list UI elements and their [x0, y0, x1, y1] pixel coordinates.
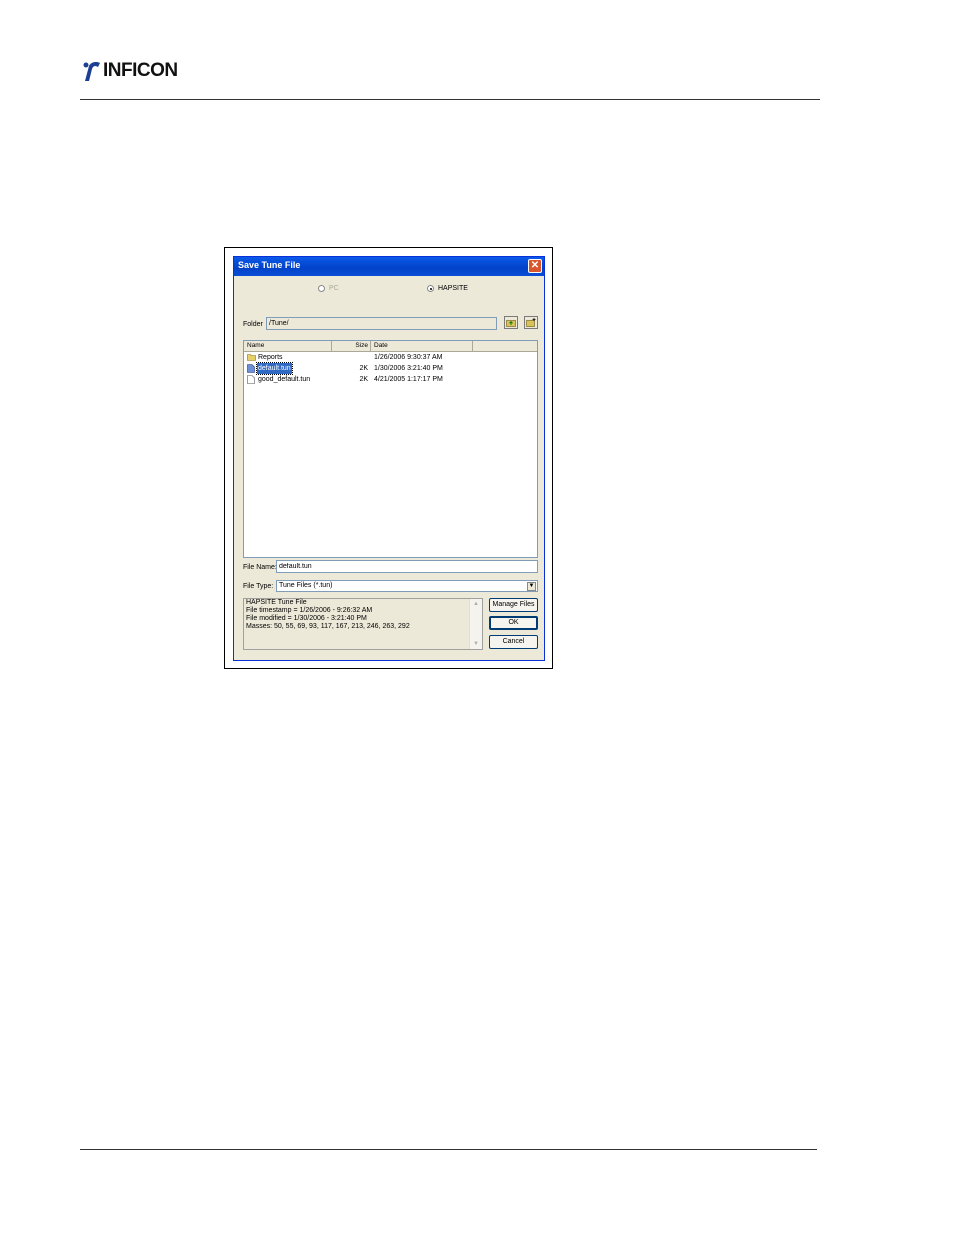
- file-name: default.tun: [256, 362, 293, 375]
- close-icon: ✕: [530, 260, 540, 271]
- radio-pc[interactable]: PC: [318, 285, 339, 292]
- info-line: HAPSITE Tune File: [246, 599, 307, 606]
- inficon-logo: INFICON: [82, 58, 178, 84]
- header-rule: [80, 99, 820, 100]
- file-type-value: Tune Files (*.tun): [279, 582, 333, 589]
- document-icon: [247, 364, 255, 373]
- column-header-name[interactable]: Name: [244, 341, 332, 351]
- dialog-title: Save Tune File: [238, 260, 301, 270]
- file-row-default-tun[interactable]: default.tun 2K 1/30/2006 3:21:40 PM: [244, 362, 537, 375]
- inficon-logo-icon: [83, 62, 100, 81]
- radio-hapsite-indicator[interactable]: [427, 285, 434, 292]
- file-list[interactable]: Name Size Date Reports 1/26/2006 9:30:37…: [243, 340, 538, 558]
- file-date: 4/21/2005 1:17:17 PM: [374, 376, 443, 383]
- up-folder-icon: [506, 319, 516, 327]
- file-type-select[interactable]: Tune Files (*.tun) ▼: [276, 580, 538, 592]
- cancel-button[interactable]: Cancel: [489, 635, 538, 649]
- radio-pc-indicator[interactable]: [318, 285, 325, 292]
- chevron-down-icon[interactable]: ▼: [527, 582, 536, 591]
- scroll-down-icon[interactable]: ▼: [471, 639, 481, 649]
- save-tune-file-dialog: Save Tune File ✕ PC HAPSITE Folder /Tune…: [233, 256, 545, 661]
- up-folder-button[interactable]: [504, 316, 518, 329]
- list-header: Name Size Date: [244, 341, 537, 352]
- file-row-good-default-tun[interactable]: good_default.tun 2K 4/21/2005 1:17:17 PM: [244, 374, 537, 385]
- column-header-size[interactable]: Size: [332, 341, 371, 351]
- column-header-date[interactable]: Date: [371, 341, 473, 351]
- file-row-reports[interactable]: Reports 1/26/2006 9:30:37 AM: [244, 352, 537, 363]
- file-info-panel: HAPSITE Tune File File timestamp = 1/26/…: [243, 598, 483, 650]
- radio-pc-label: PC: [329, 285, 339, 292]
- file-type-label: File Type:: [243, 583, 274, 590]
- file-name: good_default.tun: [258, 376, 311, 383]
- info-line: File timestamp = 1/26/2006 - 9:26:32 AM: [246, 607, 373, 614]
- file-size: 2K: [359, 376, 368, 383]
- scroll-up-icon[interactable]: ▲: [471, 599, 481, 609]
- file-name: Reports: [258, 354, 283, 361]
- file-size: 2K: [359, 365, 368, 372]
- folder-field: /Tune/: [266, 317, 497, 330]
- document-icon: [247, 375, 255, 384]
- info-line: File modified = 1/30/2006 - 3:21:40 PM: [246, 615, 367, 622]
- file-name-input[interactable]: [276, 560, 538, 573]
- new-folder-icon: [526, 318, 536, 327]
- radio-hapsite[interactable]: HAPSITE: [427, 285, 468, 292]
- file-date: 1/30/2006 3:21:40 PM: [374, 365, 443, 372]
- footer-rule: [80, 1149, 817, 1150]
- title-bar[interactable]: Save Tune File ✕: [234, 257, 544, 276]
- new-folder-button[interactable]: [524, 316, 538, 329]
- close-button[interactable]: ✕: [528, 259, 542, 273]
- ok-button[interactable]: OK: [489, 616, 538, 630]
- folder-label: Folder: [243, 321, 263, 328]
- folder-value: /Tune/: [269, 320, 289, 327]
- file-date: 1/26/2006 9:30:37 AM: [374, 354, 443, 361]
- logo-text: INFICON: [103, 60, 178, 81]
- info-scrollbar[interactable]: ▲ ▼: [469, 599, 482, 649]
- folder-icon: [247, 354, 256, 361]
- radio-hapsite-label: HAPSITE: [438, 285, 468, 292]
- manage-files-button[interactable]: Manage Files: [489, 598, 538, 612]
- file-name-label: File Name:: [243, 564, 277, 571]
- info-line: Masses: 50, 55, 69, 93, 117, 167, 213, 2…: [246, 623, 410, 630]
